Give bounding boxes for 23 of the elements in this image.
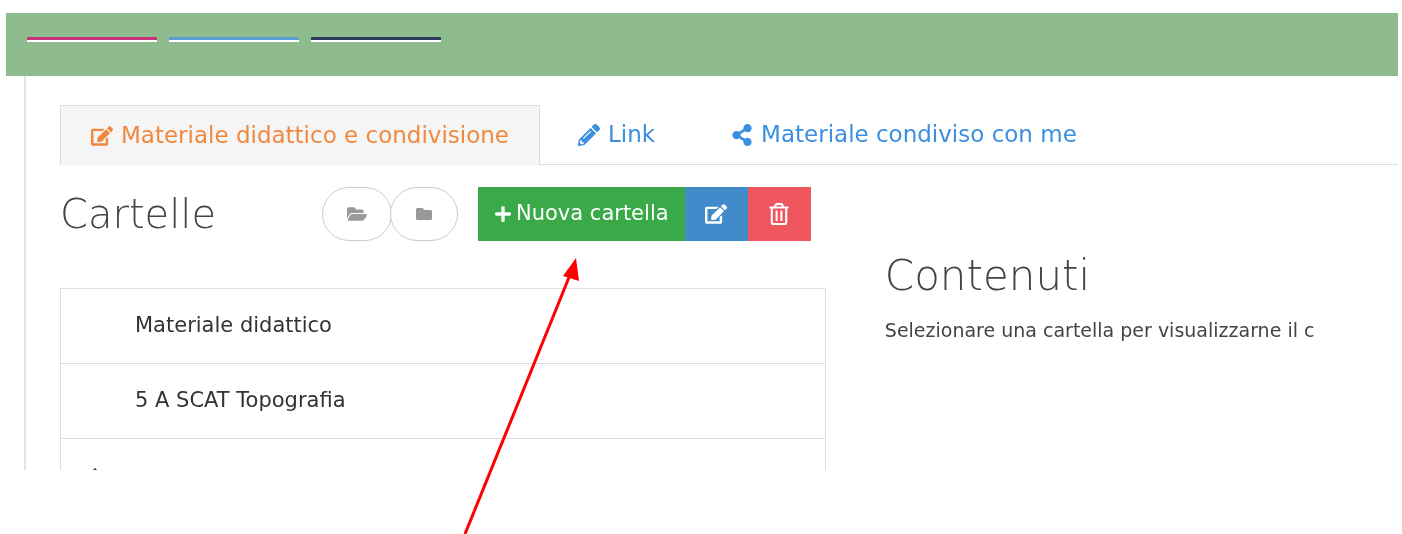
contents-message: Selezionare una cartella per visualizzarne il c xyxy=(884,318,1316,343)
folder-icon xyxy=(347,205,367,223)
share-icon xyxy=(731,123,754,146)
folder-name: 5 A SCAT Topografia xyxy=(135,387,346,415)
expand-all-button[interactable] xyxy=(322,187,392,241)
plus-icon xyxy=(494,205,512,223)
folder-icon xyxy=(415,206,433,222)
folder-name: Materiale didattico xyxy=(135,312,332,340)
edit-icon xyxy=(91,124,113,147)
trash-icon xyxy=(769,203,790,225)
folder-row[interactable]: Materiale didattico xyxy=(61,289,825,364)
new-folder-button[interactable]: Nuova cartella xyxy=(478,187,685,241)
folder-row[interactable]: 5 A SCAT Topografia xyxy=(61,364,825,439)
edit-icon xyxy=(705,203,728,225)
tab[interactable]: Materiale didattico e condivisione xyxy=(60,105,540,165)
edit-button[interactable] xyxy=(684,187,748,241)
delete-button[interactable] xyxy=(747,187,811,241)
collapse-all-button[interactable] xyxy=(390,187,458,241)
folders-heading: Cartelle xyxy=(60,190,217,239)
pencil-icon xyxy=(577,123,600,146)
tab[interactable]: Link xyxy=(539,105,694,164)
tab[interactable]: Materiale condiviso con me xyxy=(693,105,1115,164)
contents-heading: Contenuti xyxy=(884,250,1092,302)
